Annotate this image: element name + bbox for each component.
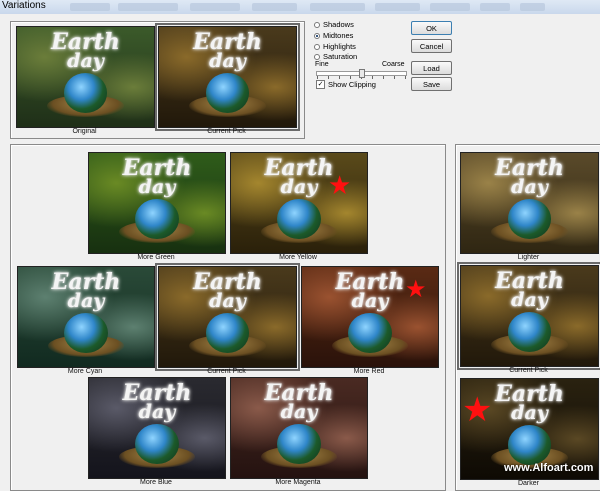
thumb-current-pick-top[interactable]: Earth day (155, 23, 300, 131)
artwork-title: Earth day (461, 157, 598, 198)
thumb-more-red-label: More Red (353, 368, 385, 375)
slider-tick (328, 76, 329, 79)
radio-dot (314, 53, 320, 60)
thumb-more-cyan-label: More Cyan (67, 368, 103, 375)
thumb-original-label: Original (72, 128, 97, 135)
window-title: Variations (2, 0, 46, 11)
thumb-lighter[interactable]: Earth day (460, 152, 599, 254)
slider-tick (394, 76, 395, 79)
thumb-current-pick-center[interactable]: Earth day (155, 263, 300, 371)
artwork-title: Earth day (89, 157, 225, 198)
globe-shape (348, 313, 392, 353)
artwork-title: Earth day (89, 382, 225, 423)
load-button[interactable]: Load (411, 61, 452, 75)
slider-tick (372, 76, 373, 79)
globe-shape (205, 313, 250, 353)
thumb-more-green[interactable]: Earth day (88, 152, 226, 254)
red-star-icon: ★ (405, 276, 427, 303)
artwork-title: Earth day (17, 31, 154, 72)
radio-dot (314, 43, 320, 50)
slider-tick (339, 76, 340, 79)
radio-highlights[interactable]: Highlights (314, 42, 356, 51)
thumb-original[interactable]: Earth day (16, 26, 155, 128)
artwork-title-line2: day (67, 49, 104, 72)
thumb-current-pick-right-label: Current Pick (509, 367, 548, 374)
thumb-darker-label: Darker (517, 480, 539, 487)
radio-dot (314, 32, 320, 39)
thumb-current-pick-center-label: Current Pick (207, 368, 246, 375)
globe-shape (507, 199, 552, 239)
slider-handle[interactable] (359, 69, 365, 78)
radio-shadows[interactable]: Shadows (314, 20, 354, 29)
check-icon: ✓ (316, 80, 325, 89)
globe-shape (205, 73, 250, 113)
thumb-more-magenta-label: More Magenta (275, 479, 321, 486)
watermark-text: www.Alfoart.com (504, 462, 594, 474)
thumb-more-blue[interactable]: Earth day (88, 377, 226, 479)
radio-saturation[interactable]: Saturation (314, 52, 357, 61)
globe-shape (64, 313, 108, 353)
cancel-button[interactable]: Cancel (411, 39, 452, 53)
thumb-current-pick-right[interactable]: Earth day (457, 262, 600, 370)
globe-shape (63, 73, 108, 113)
slider-tick (383, 76, 384, 79)
artwork-title-line2: day (138, 175, 176, 198)
globe-shape (277, 199, 321, 239)
thumb-more-cyan[interactable]: Earth day (17, 266, 155, 368)
globe-shape (277, 424, 321, 464)
artwork-title-line2: day (138, 400, 176, 423)
slider-coarse-label: Coarse (382, 61, 405, 68)
artwork-title: Earth day (231, 382, 367, 423)
thumb-more-blue-label: More Blue (140, 479, 172, 486)
red-star-icon: ★ (328, 170, 352, 200)
thumb-current-pick-top-label: Current Pick (207, 128, 246, 135)
artwork-title: Earth day (461, 270, 598, 311)
radio-dot (314, 21, 320, 28)
artwork-title: Earth day (18, 271, 154, 312)
slider-fine-label: Fine (315, 61, 329, 68)
red-star-icon: ★ (462, 391, 493, 429)
artwork-title: Earth day (159, 271, 296, 312)
thumb-more-yellow-label: More Yellow (279, 254, 317, 261)
artwork-title-line2: day (511, 175, 548, 198)
globe-shape (135, 199, 179, 239)
show-clipping-checkbox[interactable]: ✓ Show Clipping (316, 80, 376, 89)
artwork-title: Earth day (159, 31, 296, 72)
globe-shape (507, 312, 552, 352)
thumb-more-yellow[interactable]: Earth day (230, 152, 368, 254)
radio-midtones[interactable]: Midtones (314, 31, 353, 40)
artwork-title-line2: day (280, 400, 318, 423)
artwork-title-line2: day (209, 289, 246, 312)
slider-tick (405, 76, 406, 79)
title-bar: Variations (0, 0, 600, 14)
artwork-title-line2: day (67, 289, 105, 312)
artwork-title-line2: day (209, 49, 246, 72)
slider-tick (317, 76, 318, 79)
save-button[interactable]: Save (411, 77, 452, 91)
thumb-more-green-label: More Green (137, 254, 175, 261)
artwork-title-line2: day (511, 288, 548, 311)
globe-shape (507, 425, 552, 465)
thumb-lighter-label: Lighter (517, 254, 540, 261)
slider-tick (350, 76, 351, 79)
ok-button[interactable]: OK (411, 21, 452, 35)
globe-shape (135, 424, 179, 464)
thumb-more-magenta[interactable]: Earth day (230, 377, 368, 479)
